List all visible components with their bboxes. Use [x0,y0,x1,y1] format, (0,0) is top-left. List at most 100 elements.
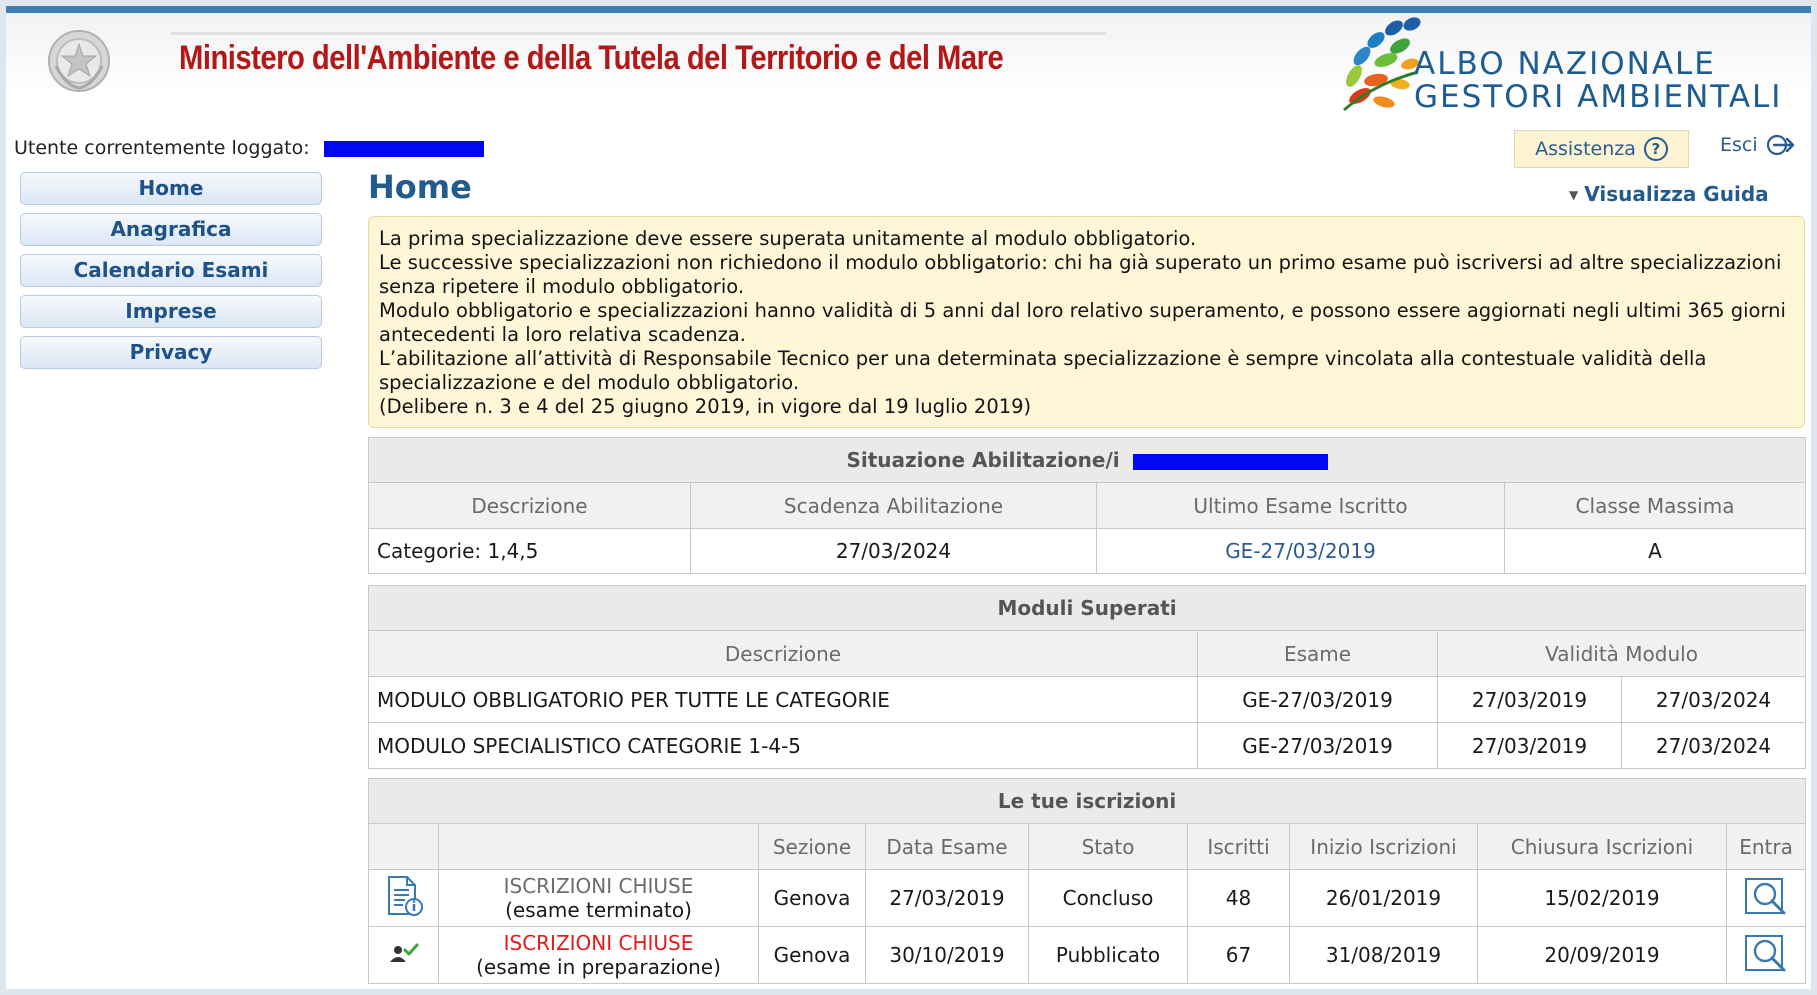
esci-label: Esci [1720,134,1758,156]
column-header-empty [368,823,439,870]
status-subtext: (esame terminato) [505,898,692,922]
sidebar-item-calendario-esami[interactable]: Calendario Esami [20,254,322,287]
redacted-username [323,140,484,157]
inizio-iscrizioni-cell: 31/08/2019 [1289,926,1478,984]
info-notice: La prima specializzazione deve essere su… [368,216,1805,428]
top-accent-line [6,6,1811,13]
entra-magnifier-icon[interactable] [1742,875,1790,917]
row-icon-cell [368,869,439,927]
column-header: Scadenza Abilitazione [690,482,1097,529]
abilitazioni-table: Situazione Abilitazione/i Descrizione Sc… [367,437,1807,574]
logged-user-label: Utente correntemente loggato: [14,137,310,159]
chiusura-iscrizioni-cell: 15/02/2019 [1477,869,1727,927]
modulo-descrizione: MODULO SPECIALISTICO CATEGORIE 1-4-5 [368,722,1198,769]
modulo-validita-al: 27/03/2024 [1620,676,1807,723]
stato-cell: Pubblicato [1028,926,1188,984]
guide-link-label: Visualizza Guida [1584,182,1769,206]
status-text: ISCRIZIONI CHIUSE [503,874,694,898]
sidebar-item-home[interactable]: Home [20,172,322,205]
column-header: Validità Modulo [1436,630,1807,677]
logout-link[interactable]: Esci [1720,134,1796,156]
modulo-esame: GE-27/03/2019 [1197,722,1438,769]
info-line: L’abilitazione all’attività di Responsab… [379,347,1707,394]
data-esame-cell: 30/10/2019 [865,926,1029,984]
column-header: Esame [1197,630,1438,677]
moduli-caption: Moduli Superati [367,585,1807,631]
abilitazioni-caption-text: Situazione Abilitazione/i [846,448,1120,472]
sidebar-item-imprese[interactable]: Imprese [20,295,322,328]
visualizza-guida-link[interactable]: ▼ Visualizza Guida [1569,182,1769,206]
iscrizioni-table: Le tue iscrizioni Sezione Data Esame Sta… [367,778,1807,984]
republic-emblem-icon [48,30,110,92]
ultimo-esame-link[interactable]: GE-27/03/2019 [1096,528,1505,574]
triangle-down-icon: ▼ [1569,188,1579,202]
column-header: Sezione [758,823,866,870]
entra-magnifier-icon[interactable] [1742,932,1790,974]
column-header: Stato [1028,823,1188,870]
info-line: (Delibere n. 3 e 4 del 25 giugno 2019, i… [379,395,1032,418]
page-title: Home [368,168,472,206]
data-esame-cell: 27/03/2019 [865,869,1029,927]
assistenza-button[interactable]: Assistenza ? [1514,130,1689,168]
document-info-icon [387,875,423,916]
modulo-validita-dal: 27/03/2019 [1437,676,1622,723]
ministry-title: Ministero dell'Ambiente e della Tutela d… [179,39,1004,77]
table-row: ISCRIZIONI CHIUSE (esame in preparazione… [368,926,1807,984]
info-line: Le successive specializzazioni non richi… [379,251,1782,298]
albo-title-line1: ALBO NAZIONALE [1414,46,1716,82]
column-header: Ultimo Esame Iscritto [1096,482,1505,529]
info-line: La prima specializzazione deve essere su… [379,227,1197,250]
row-icon-cell [368,926,439,984]
iscrizioni-caption: Le tue iscrizioni [367,778,1807,824]
iscrizione-status: ISCRIZIONI CHIUSE (esame in preparazione… [438,926,759,984]
app-window: Ministero dell'Ambiente e della Tutela d… [6,6,1811,989]
entra-cell [1725,869,1807,927]
user-check-icon [389,943,418,962]
sidebar-item-privacy[interactable]: Privacy [20,336,322,369]
modulo-descrizione: MODULO OBBLIGATORIO PER TUTTE LE CATEGOR… [368,676,1198,723]
inizio-iscrizioni-cell: 26/01/2019 [1289,869,1478,927]
modulo-validita-al: 27/03/2024 [1620,722,1807,769]
albo-title: ALBO NAZIONALE GESTORI AMBIENTALI [1414,48,1782,114]
abilitazione-descrizione: Categorie: 1,4,5 [368,528,691,574]
info-line: Modulo obbligatorio e specializzazioni h… [379,299,1786,346]
iscritti-cell: 48 [1187,869,1290,927]
assistenza-label: Assistenza [1535,138,1636,160]
logout-arrow-icon [1766,134,1794,156]
abilitazione-scadenza: 27/03/2024 [690,528,1097,574]
moduli-table: Moduli Superati Descrizione Esame Validi… [367,585,1807,769]
redacted-name [1132,453,1328,470]
column-header: Descrizione [368,482,691,529]
iscritti-cell: 67 [1187,926,1290,984]
status-text: ISCRIZIONI CHIUSE [503,931,694,955]
column-header: Inizio Iscrizioni [1289,823,1478,870]
column-header: Descrizione [368,630,1198,677]
entra-cell [1725,926,1807,984]
column-header-empty [438,823,759,870]
logged-user: Utente correntemente loggato: [14,137,484,159]
albo-leaves-logo [1343,17,1421,112]
title-rule [171,32,1106,35]
modulo-esame: GE-27/03/2019 [1197,676,1438,723]
modulo-validita-dal: 27/03/2019 [1437,722,1622,769]
chiusura-iscrizioni-cell: 20/09/2019 [1477,926,1727,984]
column-header: Data Esame [865,823,1029,870]
sezione-cell: Genova [758,926,866,984]
table-row: MODULO OBBLIGATORIO PER TUTTE LE CATEGOR… [368,676,1807,723]
stato-cell: Concluso [1028,869,1188,927]
column-header: Iscritti [1187,823,1290,870]
column-header: Classe Massima [1503,482,1807,529]
table-row: Categorie: 1,4,5 27/03/2024 GE-27/03/201… [368,528,1807,574]
iscrizione-status: ISCRIZIONI CHIUSE (esame terminato) [438,869,759,927]
classe-massima: A [1503,528,1807,574]
help-icon: ? [1643,137,1668,161]
table-row: MODULO SPECIALISTICO CATEGORIE 1-4-5 GE-… [368,722,1807,769]
sidebar-item-anagrafica[interactable]: Anagrafica [20,213,322,246]
sezione-cell: Genova [758,869,866,927]
column-header: Entra [1725,823,1807,870]
status-subtext: (esame in preparazione) [476,955,721,979]
table-row: ISCRIZIONI CHIUSE (esame terminato) Geno… [368,869,1807,927]
column-header: Chiusura Iscrizioni [1477,823,1727,870]
abilitazioni-caption: Situazione Abilitazione/i [367,437,1807,483]
albo-title-line2: GESTORI AMBIENTALI [1414,79,1783,115]
